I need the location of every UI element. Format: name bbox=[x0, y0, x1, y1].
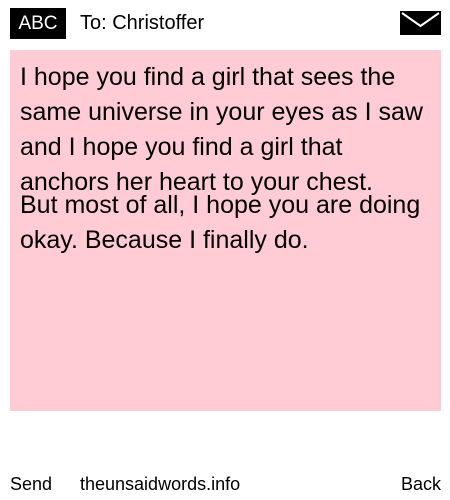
recipient-line: To: Christoffer bbox=[80, 12, 205, 34]
phone-message-screen: ABC To: Christoffer I hope you find a gi… bbox=[0, 0, 450, 500]
site-label: theunsaidwords.info bbox=[80, 474, 241, 494]
message-paragraph-1: I hope you find a girl that sees the sam… bbox=[20, 63, 423, 196]
back-softkey[interactable]: Back bbox=[401, 472, 441, 496]
input-mode-badge[interactable]: ABC bbox=[10, 8, 66, 39]
message-text-overlap: But most of all, I hope you are doing ok… bbox=[20, 188, 432, 328]
message-text[interactable]: I hope you find a girl that sees the sam… bbox=[20, 60, 432, 200]
send-softkey[interactable]: Send bbox=[10, 472, 52, 496]
message-body-area[interactable]: I hope you find a girl that sees the sam… bbox=[10, 50, 441, 411]
softkey-bar: Send theunsaidwords.info Back bbox=[0, 472, 450, 496]
message-paragraph-2: But most of all, I hope you are doing ok… bbox=[20, 191, 421, 254]
envelope-icon bbox=[400, 11, 441, 35]
